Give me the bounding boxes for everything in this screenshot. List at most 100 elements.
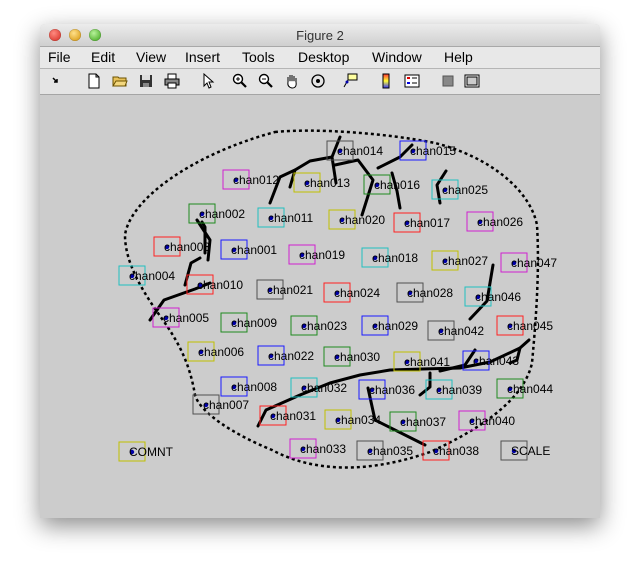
channel-marker-chan009[interactable]: chan009 <box>220 312 277 333</box>
channel-marker-chan018[interactable]: chan018 <box>361 247 418 268</box>
channel-label: chan015 <box>410 144 456 158</box>
channel-label: chan002 <box>199 207 245 221</box>
channel-marker-chan034[interactable]: chan034 <box>324 409 381 430</box>
channel-marker-chan021[interactable]: chan021 <box>256 279 313 300</box>
channel-marker-chan047[interactable]: chan047 <box>500 252 557 273</box>
channel-label: chan014 <box>337 144 383 158</box>
channel-marker-chan037[interactable]: chan037 <box>389 411 446 432</box>
channel-marker-chan022[interactable]: chan022 <box>257 345 314 366</box>
menu-bar: File Edit View Insert Tools Desktop Wind… <box>40 47 600 69</box>
channel-marker-comnt[interactable]: COMNT <box>118 441 174 462</box>
channel-marker-chan012[interactable]: chan012 <box>222 169 279 190</box>
channel-label: chan029 <box>372 319 418 333</box>
channel-marker-chan010[interactable]: chan010 <box>186 274 243 295</box>
channel-marker-chan033[interactable]: chan033 <box>289 438 346 459</box>
channel-map-canvas: chan014 chan015 chan012 chan013 chan016 chan0… <box>118 129 557 469</box>
channel-marker-chan029[interactable]: chan029 <box>361 315 418 336</box>
channel-label: chan034 <box>335 413 381 427</box>
window-title: Figure 2 <box>296 28 344 43</box>
channel-marker-chan008[interactable]: chan008 <box>220 376 277 397</box>
open-folder-icon[interactable] <box>112 73 128 89</box>
channel-marker-scale[interactable]: SCALE <box>500 440 550 461</box>
channel-label: chan022 <box>268 349 314 363</box>
channel-marker-chan023[interactable]: chan023 <box>290 315 347 336</box>
channel-marker-chan025[interactable]: chan025 <box>431 179 488 200</box>
menu-tools[interactable]: Tools <box>242 49 275 65</box>
channel-label: SCALE <box>511 444 550 458</box>
menu-view[interactable]: View <box>136 49 166 65</box>
channel-label: chan036 <box>369 383 415 397</box>
rotate-arrow-icon[interactable] <box>48 73 64 89</box>
data-cursor-icon[interactable] <box>342 73 358 89</box>
rotate-3d-icon[interactable] <box>310 73 326 89</box>
channel-label: chan047 <box>511 256 557 270</box>
channel-marker-chan042[interactable]: chan042 <box>427 320 484 341</box>
channel-marker-chan026[interactable]: chan026 <box>466 211 523 232</box>
channel-labels: chan014 chan015 chan012 chan013 chan016 chan0… <box>118 140 557 462</box>
channel-label: chan009 <box>231 316 277 330</box>
channel-label: chan012 <box>233 173 279 187</box>
channel-marker-chan028[interactable]: chan028 <box>396 282 453 303</box>
channel-label: chan039 <box>436 383 482 397</box>
menu-edit[interactable]: Edit <box>91 49 115 65</box>
menu-file[interactable]: File <box>48 49 71 65</box>
colorbar-icon[interactable] <box>378 73 394 89</box>
channel-marker-chan044[interactable]: chan044 <box>496 378 553 399</box>
channel-marker-chan045[interactable]: chan045 <box>496 315 553 336</box>
channel-label: chan026 <box>477 215 523 229</box>
channel-marker-chan038[interactable]: chan038 <box>422 440 479 461</box>
pan-hand-icon[interactable] <box>284 73 300 89</box>
menu-desktop[interactable]: Desktop <box>298 49 349 65</box>
channel-marker-chan046[interactable]: chan046 <box>464 286 521 307</box>
print-icon[interactable] <box>164 73 180 89</box>
channel-label: chan033 <box>300 442 346 456</box>
channel-label: chan024 <box>334 286 380 300</box>
menu-help[interactable]: Help <box>444 49 473 65</box>
channel-marker-chan027[interactable]: chan027 <box>431 250 488 271</box>
channel-marker-chan030[interactable]: chan030 <box>323 346 380 367</box>
zoom-out-icon[interactable] <box>258 73 274 89</box>
channel-label: chan027 <box>442 254 488 268</box>
channel-label: chan021 <box>267 283 313 297</box>
hide-plot-tools-icon[interactable] <box>440 73 456 89</box>
channel-label: chan001 <box>231 243 277 257</box>
channel-marker-chan013[interactable]: chan013 <box>293 172 350 193</box>
channel-label: chan038 <box>433 444 479 458</box>
channel-label: chan007 <box>203 398 249 412</box>
save-icon[interactable] <box>138 73 154 89</box>
channel-label: chan035 <box>367 444 413 458</box>
channel-marker-chan003[interactable]: chan003 <box>153 236 210 257</box>
channel-label: chan031 <box>270 409 316 423</box>
legend-icon[interactable] <box>404 73 420 89</box>
channel-marker-chan017[interactable]: chan017 <box>393 212 450 233</box>
channel-marker-chan006[interactable]: chan006 <box>187 341 244 362</box>
title-bar[interactable]: Figure 2 <box>40 24 600 47</box>
channel-marker-chan004[interactable]: chan004 <box>118 265 175 286</box>
figure-window: Figure 2 File Edit View Insert Tools Des… <box>40 24 600 518</box>
channel-label: chan006 <box>198 345 244 359</box>
channel-marker-chan020[interactable]: chan020 <box>328 209 385 230</box>
show-plot-tools-icon[interactable] <box>464 73 480 89</box>
channel-label: chan044 <box>507 382 553 396</box>
channel-label: chan028 <box>407 286 453 300</box>
channel-label: chan017 <box>404 216 450 230</box>
menu-window[interactable]: Window <box>372 49 422 65</box>
channel-label: chan023 <box>301 319 347 333</box>
channel-label: chan046 <box>475 290 521 304</box>
channel-label: chan042 <box>438 324 484 338</box>
pointer-arrow-icon[interactable] <box>200 73 216 89</box>
channel-marker-chan001[interactable]: chan001 <box>220 239 277 260</box>
channel-marker-chan039[interactable]: chan039 <box>425 379 482 400</box>
channel-label: chan030 <box>334 350 380 364</box>
channel-marker-chan035[interactable]: chan035 <box>356 440 413 461</box>
channel-marker-chan024[interactable]: chan024 <box>323 282 380 303</box>
channel-label: chan032 <box>301 381 347 395</box>
menu-insert[interactable]: Insert <box>185 49 220 65</box>
zoom-in-icon[interactable] <box>232 73 248 89</box>
new-document-icon[interactable] <box>86 73 102 89</box>
channel-label: chan011 <box>268 211 313 225</box>
channel-label: chan008 <box>231 380 277 394</box>
channel-marker-chan040[interactable]: chan040 <box>458 410 515 431</box>
channel-marker-chan019[interactable]: chan019 <box>288 244 345 265</box>
channel-marker-chan011[interactable]: chan011 <box>257 207 313 228</box>
